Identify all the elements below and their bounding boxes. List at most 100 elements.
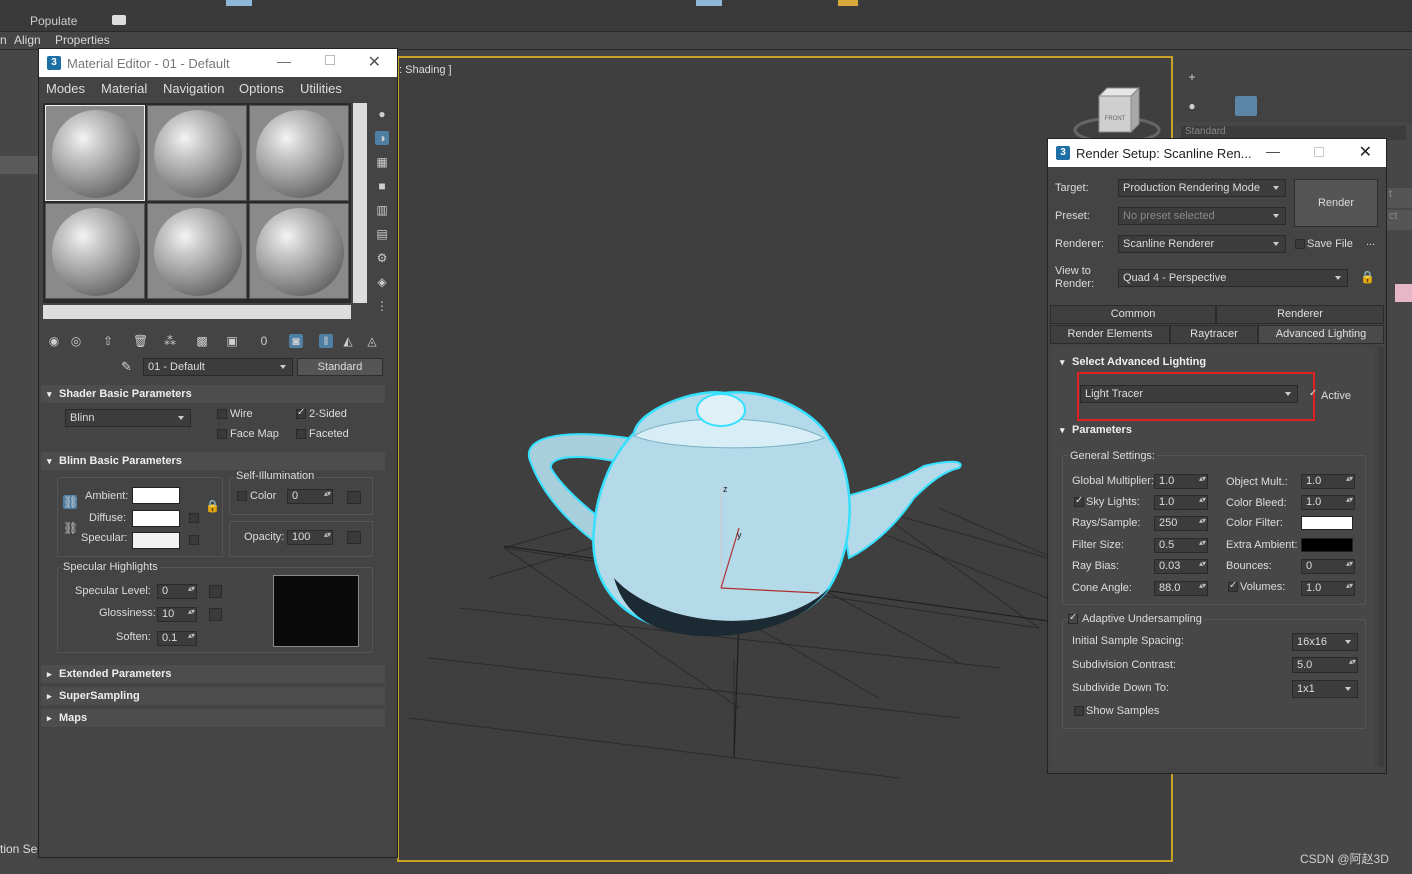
show-shaded-icon[interactable]: ◙ (289, 334, 303, 348)
menu-modes[interactable]: Modes (46, 81, 85, 96)
material-type-button[interactable]: Standard (297, 358, 383, 376)
spec-level-map-button[interactable] (209, 585, 222, 598)
volumes-value[interactable]: 1.0 (1301, 581, 1355, 596)
volumes-checkbox[interactable] (1228, 580, 1238, 592)
lock-icon[interactable]: 🔒 (205, 499, 220, 513)
supersampling-rollout[interactable]: SuperSampling (41, 687, 385, 705)
wire-checkbox[interactable] (217, 409, 227, 419)
put-library-icon[interactable]: ▩ (195, 334, 209, 348)
make-unique-icon[interactable]: ⁂ (163, 334, 177, 348)
initial-sample-spacing-dropdown[interactable]: 16x16 (1292, 633, 1358, 651)
opacity-value[interactable]: 100 (287, 530, 333, 545)
self-illum-map-button[interactable] (347, 491, 361, 504)
shader-type-dropdown[interactable]: Blinn (65, 409, 191, 427)
material-name-field[interactable]: 01 - Default (143, 358, 293, 376)
ribbon-item-align[interactable]: Align (14, 33, 41, 47)
sample-slot-4[interactable] (45, 203, 145, 299)
lock-view-icon[interactable]: 🔒 (1360, 270, 1375, 284)
object-color-swatch[interactable] (1395, 284, 1412, 302)
uv-tiling-icon[interactable]: ■ (375, 179, 389, 193)
diffuse-map-button[interactable] (189, 513, 199, 523)
show-samples-checkbox[interactable] (1074, 706, 1084, 716)
two-sided-checkbox[interactable] (296, 407, 306, 419)
specular-map-button[interactable] (189, 535, 199, 545)
select-advanced-lighting-rollout[interactable]: Select Advanced Lighting (1054, 353, 1366, 371)
tab-renderer[interactable]: Renderer (1216, 305, 1384, 324)
blinn-basic-rollout[interactable]: Blinn Basic Parameters (41, 452, 385, 470)
material-editor-titlebar[interactable]: 3 Material Editor - 01 - Default — ✕ (39, 49, 397, 77)
populate-dropdown-icon[interactable] (112, 15, 126, 25)
soften-value[interactable]: 0.1 (157, 631, 197, 646)
lock-diffuse-specular-icon[interactable]: ⛓ (63, 521, 78, 535)
preset-dropdown[interactable]: No preset selected (1118, 207, 1286, 225)
get-material-icon[interactable]: ◉ (47, 334, 61, 348)
video-color-check-icon[interactable]: ▥ (375, 203, 389, 217)
sample-slot-2[interactable] (147, 105, 247, 201)
pick-material-icon[interactable]: ✎ (121, 359, 132, 375)
select-by-material-icon[interactable]: ◈ (375, 275, 389, 289)
show-end-result-icon[interactable]: ‖ (319, 334, 333, 348)
self-illum-value[interactable]: 0 (287, 489, 333, 504)
minimize-icon[interactable]: — (1266, 143, 1280, 159)
sample-slot-3[interactable] (249, 105, 349, 201)
ambient-swatch[interactable] (132, 487, 180, 504)
menu-options[interactable]: Options (239, 81, 284, 96)
color-bleed-value[interactable]: 1.0 (1301, 495, 1355, 510)
backlight-icon[interactable]: ◑ (375, 131, 389, 145)
self-illum-color-checkbox[interactable] (237, 491, 247, 501)
command-panel-button-1[interactable]: t (1387, 188, 1412, 208)
ribbon-item-properties[interactable]: Properties (55, 33, 110, 47)
render-setup-scrollbar[interactable] (1378, 347, 1384, 767)
assign-material-icon[interactable]: ⇧ (101, 334, 115, 348)
tab-advanced-lighting[interactable]: Advanced Lighting (1258, 325, 1384, 344)
toolbar-render-icon[interactable] (838, 0, 858, 6)
save-file-browse-button[interactable]: ... (1366, 236, 1375, 248)
geometry-icon[interactable]: ● (1185, 99, 1199, 113)
faceted-checkbox[interactable] (296, 429, 306, 439)
menu-material[interactable]: Material (101, 81, 147, 96)
color-filter-swatch[interactable] (1301, 516, 1353, 530)
reset-map-icon[interactable]: 🗑 (133, 334, 148, 348)
subdivision-contrast-value[interactable]: 5.0 (1292, 657, 1358, 673)
render-button[interactable]: Render (1294, 179, 1378, 227)
ray-bias-value[interactable]: 0.03 (1154, 559, 1208, 574)
sample-slot-5[interactable] (147, 203, 247, 299)
renderer-dropdown[interactable]: Scanline Renderer (1118, 235, 1286, 253)
parameters-rollout[interactable]: Parameters (1054, 421, 1366, 439)
sample-slot-1[interactable] (45, 105, 145, 201)
sample-slots-hscroll[interactable] (43, 305, 351, 319)
rays-sample-value[interactable]: 250 (1154, 516, 1208, 531)
active-checkbox[interactable] (1309, 388, 1319, 401)
menu-utilities[interactable]: Utilities (300, 81, 342, 96)
tab-render-elements[interactable]: Render Elements (1050, 325, 1170, 344)
opacity-map-button[interactable] (347, 531, 361, 544)
sky-lights-checkbox[interactable] (1074, 495, 1084, 507)
populate-label[interactable]: Populate (30, 14, 77, 28)
toolbar-active-button[interactable] (226, 0, 252, 6)
glossiness-value[interactable]: 10 (157, 607, 197, 622)
options-icon[interactable]: ⚙ (375, 251, 389, 265)
minimize-icon[interactable]: — (277, 53, 291, 69)
material-navigator-icon[interactable]: ⋮ (375, 299, 389, 313)
close-icon[interactable]: ✕ (1359, 142, 1372, 162)
extra-ambient-swatch[interactable] (1301, 538, 1353, 552)
target-dropdown[interactable]: Production Rendering Mode (1118, 179, 1286, 197)
sample-slot-6[interactable] (249, 203, 349, 299)
command-panel-button-2[interactable]: ct (1387, 210, 1412, 230)
subdivide-down-to-dropdown[interactable]: 1x1 (1292, 680, 1358, 698)
specular-swatch[interactable] (132, 532, 180, 549)
put-material-icon[interactable]: ◎ (69, 334, 83, 348)
maximize-icon[interactable] (1314, 147, 1324, 157)
cone-angle-value[interactable]: 88.0 (1154, 581, 1208, 596)
bounces-value[interactable]: 0 (1301, 559, 1355, 574)
left-strip-selected-row[interactable] (0, 156, 40, 174)
tab-common[interactable]: Common (1050, 305, 1216, 324)
sample-slots-vscroll[interactable] (353, 103, 367, 303)
maximize-icon[interactable] (325, 55, 335, 65)
glossiness-map-button[interactable] (209, 608, 222, 621)
go-sibling-icon[interactable]: ◬ (365, 334, 379, 348)
make-preview-icon[interactable]: ▤ (375, 227, 389, 241)
tab-raytracer[interactable]: Raytracer (1170, 325, 1258, 344)
adaptive-undersampling-checkbox[interactable] (1068, 612, 1078, 624)
lock-ambient-diffuse-icon[interactable]: ⛓ (63, 495, 78, 509)
